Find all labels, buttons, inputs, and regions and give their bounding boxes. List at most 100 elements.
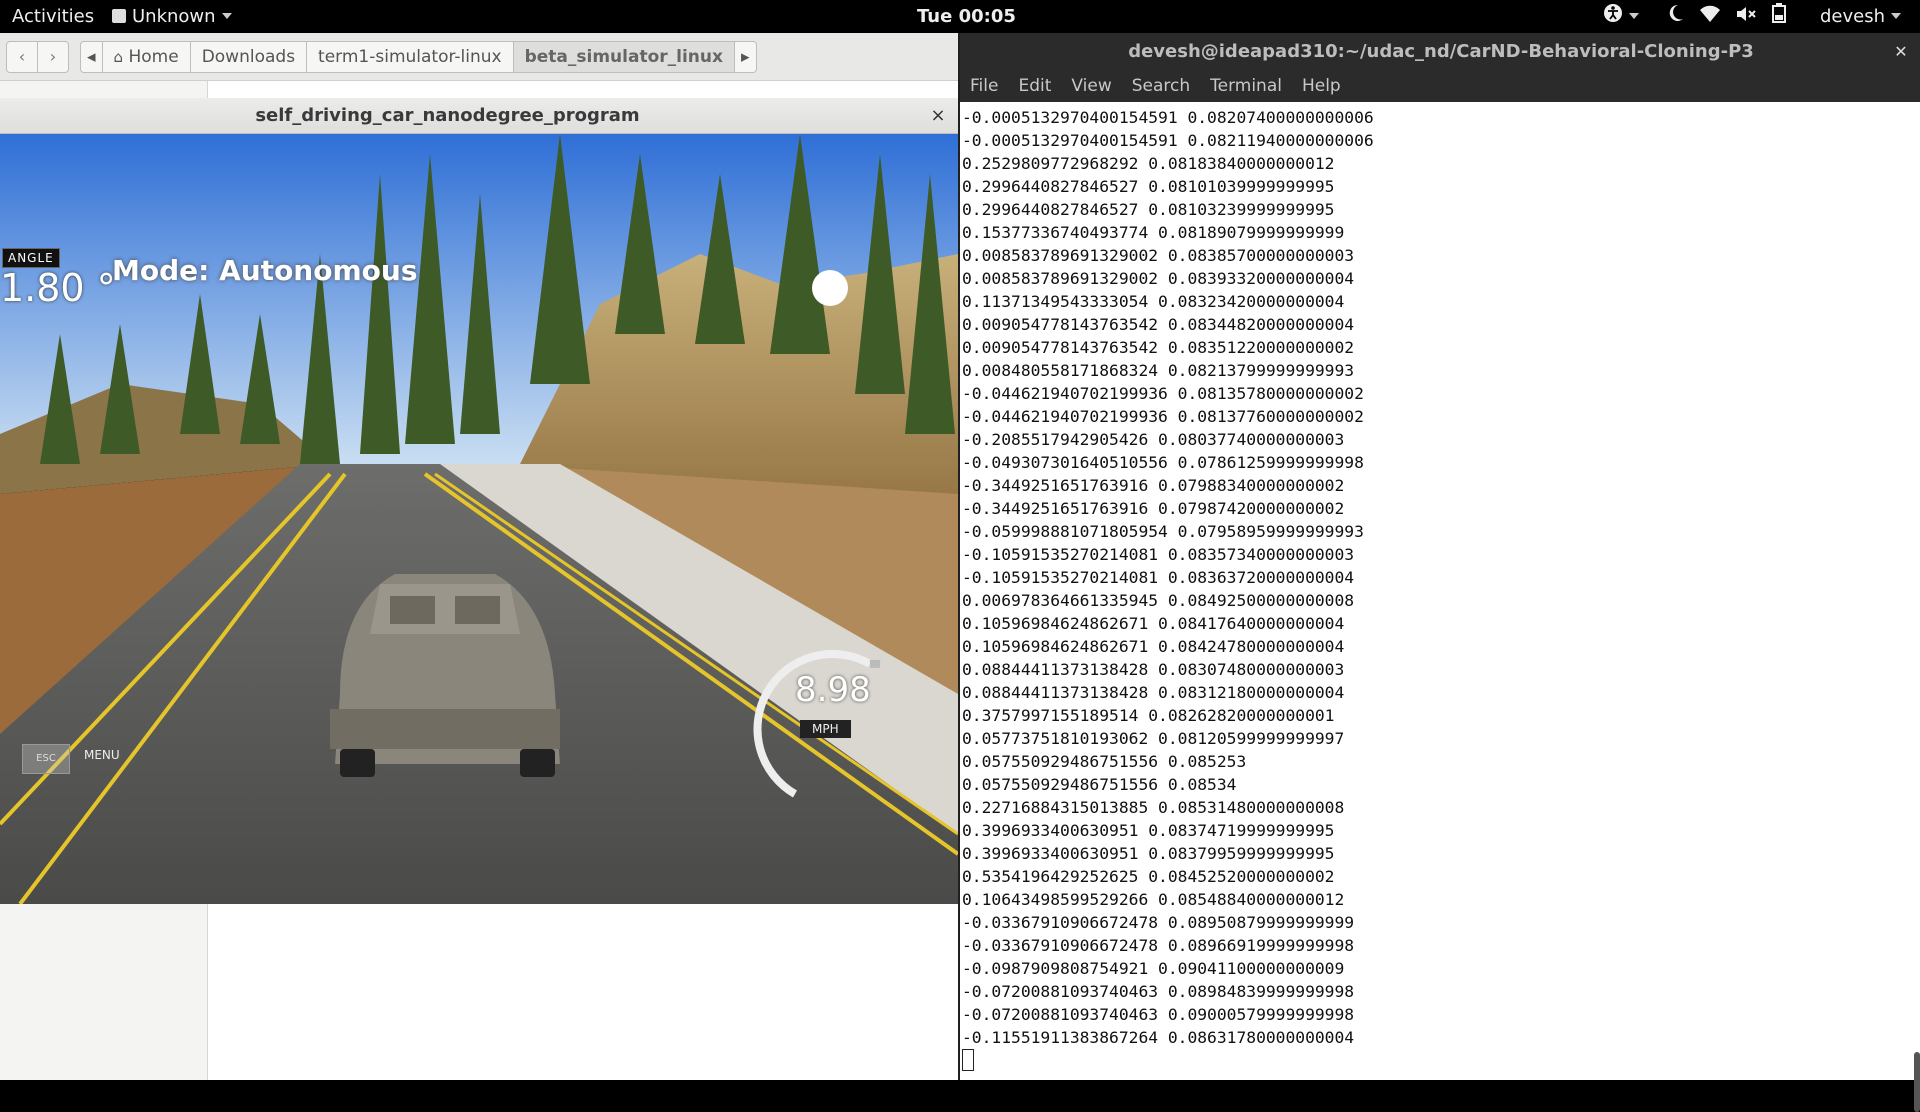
terminal-line: 0.3996933400630951 0.08379959999999995 [962,842,1374,865]
terminal-line: -0.03367910906672478 0.08950879999999999 [962,911,1374,934]
terminal-line: -0.0005132970400154591 0.082119400000000… [962,129,1374,152]
terminal-line: 0.15377336740493774 0.08189079999999999 [962,221,1374,244]
app-menu[interactable]: Unknown [112,0,232,33]
speed-value: 8.98 [795,670,871,710]
sun [812,270,848,306]
terminal-line: 0.2996440827846527 0.08101039999999995 [962,175,1374,198]
menu-file[interactable]: File [960,71,1008,102]
simulator-title: self_driving_car_nanodegree_program [0,98,895,134]
terminal-line: -0.044621940702199936 0.0813578000000000… [962,382,1374,405]
terminal-menubar: File Edit View Search Terminal Help [960,71,1920,102]
clock[interactable]: Tue 00:05 [917,0,1016,33]
menu-label: MENU [84,748,120,762]
close-icon[interactable]: ✕ [1890,41,1912,63]
terminal-line: 0.10596984624862671 0.08417640000000004 [962,612,1374,635]
chevron-down-icon [1891,13,1901,19]
terminal-line: 0.22716884315013885 0.08531480000000008 [962,796,1374,819]
terminal-line: 0.009054778143763542 0.08351220000000002 [962,336,1374,359]
terminal-line: -0.07200881093740463 0.08984839999999998 [962,980,1374,1003]
volume-muted-icon[interactable] [1736,1,1756,34]
terminal-line: -0.0005132970400154591 0.082074000000000… [962,106,1374,129]
terminal-titlebar[interactable]: devesh@ideapad310:~/udac_nd/CarND-Behavi… [960,33,1920,71]
terminal-line: 0.008583789691329002 0.08393320000000004 [962,267,1374,290]
menu-terminal[interactable]: Terminal [1200,71,1292,102]
chevron-down-icon [1629,13,1639,19]
terminal-line: -0.3449251651763916 0.07987420000000002 [962,497,1374,520]
terminal-line: 0.10596984624862671 0.08424780000000004 [962,635,1374,658]
cursor-icon [962,1049,974,1071]
path-home-button[interactable]: ⌂ Home [103,41,191,73]
terminal-line: -0.11551911383867264 0.08631780000000004 [962,1026,1374,1049]
angle-label: ANGLE [2,248,60,268]
menu-help[interactable]: Help [1292,71,1351,102]
user-name: devesh [1820,6,1885,27]
terminal-line: 0.008480558171868324 0.08213799999999993 [962,359,1374,382]
chevron-down-icon [222,13,232,19]
terminal-line: 0.08844411373138428 0.08307480000000003 [962,658,1374,681]
terminal-lines: -0.0005132970400154591 0.082074000000000… [962,106,1374,1072]
terminal-prompt[interactable] [962,1049,1374,1072]
path-scroll-left-button[interactable]: ◂ [80,41,103,73]
path-beta-simulator-button[interactable]: beta_simulator_linux [514,41,735,73]
simulator-window: self_driving_car_nanodegree_program × [0,98,958,904]
terminal-line: -0.049307301640510556 0.0786125999999999… [962,451,1374,474]
path-term1-button[interactable]: term1-simulator-linux [307,41,514,73]
steering-angle-value: 1.80 ° [0,266,116,310]
path-bar: ◂ ⌂ Home Downloads term1-simulator-linux… [80,41,757,73]
simulator-viewport[interactable]: ANGLE 1.80 ° Mode: Autonomous 8.98 MPH E… [0,134,958,904]
terminal-line: 0.057550929486751556 0.08534 [962,773,1374,796]
terminal-line: -0.3449251651763916 0.07988340000000002 [962,474,1374,497]
driving-scene [0,134,958,904]
terminal-scrollbar[interactable] [1914,1052,1920,1112]
top-bar: Activities Unknown Tue 00:05 devesh [0,0,1920,33]
terminal-line: -0.10591535270214081 0.08363720000000004 [962,566,1374,589]
terminal-line: 0.2996440827846527 0.08103239999999995 [962,198,1374,221]
close-icon[interactable]: × [926,104,950,128]
file-manager-toolbar: ‹ › ◂ ⌂ Home Downloads term1-simulator-l… [0,33,958,81]
status-area[interactable] [1603,0,1796,33]
menu-view[interactable]: View [1061,71,1121,102]
path-downloads-button[interactable]: Downloads [191,41,307,73]
terminal-line: -0.2085517942905426 0.08037740000000003 [962,428,1374,451]
esc-key[interactable]: ESC [22,744,70,774]
terminal-line: 0.08844411373138428 0.08312180000000004 [962,681,1374,704]
path-scroll-right-button[interactable]: ▸ [735,41,757,73]
menu-edit[interactable]: Edit [1008,71,1061,102]
app-icon [112,9,126,23]
accessibility-icon[interactable] [1603,1,1623,34]
terminal-output[interactable]: -0.0005132970400154591 0.082074000000000… [960,102,1920,1080]
terminal-title: devesh@ideapad310:~/udac_nd/CarND-Behavi… [960,33,1920,71]
back-button[interactable]: ‹ [6,41,38,73]
home-icon: ⌂ [114,48,124,66]
terminal-line: -0.03367910906672478 0.08966919999999998 [962,934,1374,957]
user-menu[interactable]: devesh [1820,0,1901,33]
terminal-line: -0.044621940702199936 0.0813776000000000… [962,405,1374,428]
car [330,574,560,777]
speed-unit: MPH [800,720,851,738]
terminal-line: 0.11371349543333054 0.08323420000000004 [962,290,1374,313]
terminal-line: 0.05773751810193062 0.08120599999999997 [962,727,1374,750]
night-light-icon[interactable] [1667,1,1685,34]
terminal-line: 0.5354196429252625 0.08452520000000002 [962,865,1374,888]
terminal-line: 0.2529809772968292 0.08183840000000012 [962,152,1374,175]
terminal-line: -0.0987909808754921 0.09041100000000009 [962,957,1374,980]
wifi-icon[interactable] [1700,1,1720,34]
terminal-line: -0.07200881093740463 0.09000579999999998 [962,1003,1374,1026]
terminal-line: 0.3996933400630951 0.08374719999999995 [962,819,1374,842]
terminal-line: 0.009054778143763542 0.08344820000000004 [962,313,1374,336]
terminal-line: -0.10591535270214081 0.08357340000000003 [962,543,1374,566]
battery-icon[interactable] [1772,1,1786,34]
drive-mode: Mode: Autonomous [112,254,417,287]
simulator-titlebar[interactable]: self_driving_car_nanodegree_program × [0,98,958,134]
terminal-line: -0.059998881071805954 0.0795895999999999… [962,520,1374,543]
terminal-line: 0.10643498599529266 0.08548840000000012 [962,888,1374,911]
terminal-line: 0.006978364661335945 0.08492500000000008 [962,589,1374,612]
terminal-line: 0.008583789691329002 0.08385700000000003 [962,244,1374,267]
terminal-line: 0.3757997155189514 0.08262820000000001 [962,704,1374,727]
app-menu-label: Unknown [132,6,216,27]
path-home-label: Home [128,47,178,67]
terminal-line: 0.057550929486751556 0.085253 [962,750,1374,773]
activities-button[interactable]: Activities [12,0,94,33]
menu-search[interactable]: Search [1122,71,1200,102]
forward-button[interactable]: › [37,41,69,73]
